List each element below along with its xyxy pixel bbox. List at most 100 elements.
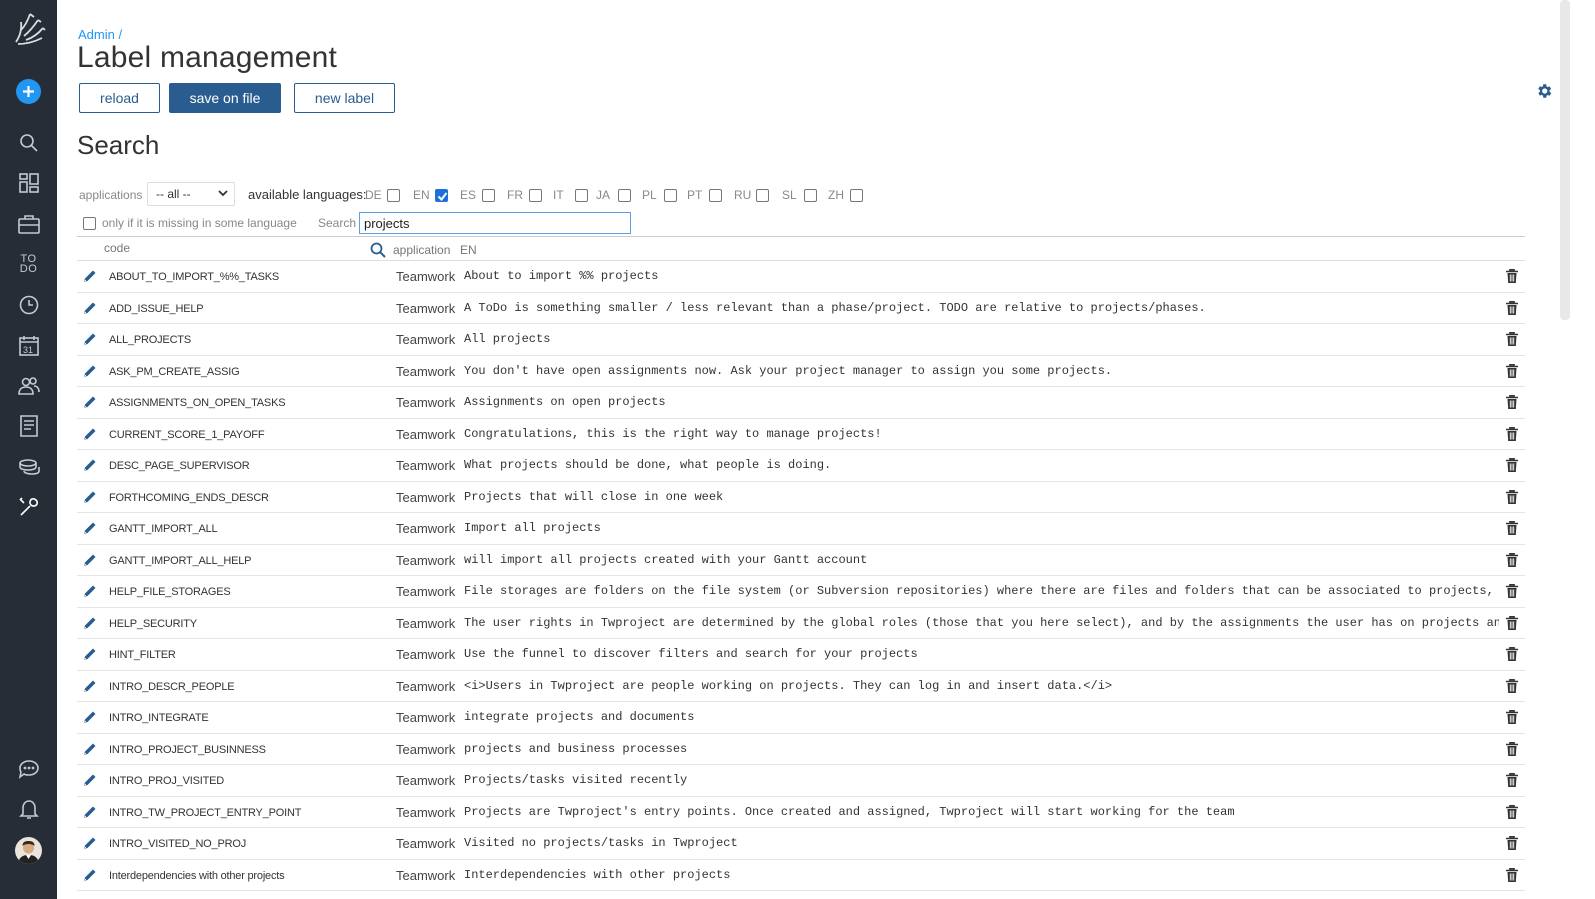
language-checkbox-sl[interactable] [804, 189, 817, 202]
pencil-icon[interactable] [82, 426, 98, 442]
language-checkbox-pt[interactable] [709, 189, 722, 202]
language-checkbox-ja[interactable] [618, 189, 631, 202]
chat-icon[interactable] [0, 752, 57, 786]
trash-icon[interactable] [1504, 583, 1520, 599]
trash-icon[interactable] [1504, 772, 1520, 788]
pencil-icon[interactable] [82, 615, 98, 631]
logo-icon[interactable] [0, 6, 57, 52]
missing-language-checkbox[interactable] [83, 217, 96, 230]
label-text[interactable]: Interdependencies with other projects [464, 866, 1499, 884]
column-header-application[interactable]: application [393, 243, 450, 257]
pencil-icon[interactable] [82, 646, 98, 662]
label-text[interactable]: Use the funnel to discover filters and s… [464, 645, 1499, 663]
label-text[interactable]: About to import %% projects [464, 267, 1499, 285]
language-checkbox-ru[interactable] [756, 189, 769, 202]
search-input[interactable]: projects [359, 212, 631, 234]
label-text[interactable]: All projects [464, 330, 1499, 348]
trash-icon[interactable] [1504, 867, 1520, 883]
trash-icon[interactable] [1504, 741, 1520, 757]
label-text[interactable]: Import all projects [464, 519, 1499, 537]
trash-icon[interactable] [1504, 457, 1520, 473]
pencil-icon[interactable] [82, 394, 98, 410]
new-label-button[interactable]: new label [294, 83, 395, 113]
label-text[interactable]: Visited no projects/tasks in Twproject [464, 834, 1499, 852]
pencil-icon[interactable] [82, 678, 98, 694]
label-text[interactable]: integrate projects and documents [464, 708, 1499, 726]
applications-select[interactable]: -- all -- [147, 182, 235, 206]
label-text[interactable]: will import all projects created with yo… [464, 551, 1499, 569]
pencil-icon[interactable] [82, 772, 98, 788]
label-text[interactable]: Projects are Twproject's entry points. O… [464, 803, 1499, 821]
language-checkbox-en[interactable] [435, 189, 448, 202]
pencil-icon[interactable] [82, 300, 98, 316]
briefcase-icon[interactable] [0, 207, 57, 241]
trash-icon[interactable] [1504, 520, 1520, 536]
label-text[interactable]: projects and business processes [464, 740, 1499, 758]
column-header-code[interactable]: code [104, 241, 130, 255]
tools-icon[interactable] [0, 490, 57, 524]
pencil-icon[interactable] [82, 709, 98, 725]
clock-icon[interactable] [0, 288, 57, 322]
gear-icon[interactable] [1535, 82, 1553, 100]
reload-button[interactable]: reload [79, 83, 160, 113]
scrollbar[interactable] [1560, 0, 1570, 320]
pencil-icon[interactable] [82, 268, 98, 284]
label-text[interactable]: <i>Users in Twproject are people working… [464, 677, 1499, 695]
label-text[interactable]: File storages are folders on the file sy… [464, 582, 1499, 600]
calendar-icon[interactable]: 31 [0, 329, 57, 363]
label-text[interactable]: What projects should be done, what peopl… [464, 456, 1499, 474]
label-text[interactable]: The user rights in Twproject are determi… [464, 614, 1499, 632]
trash-icon[interactable] [1504, 363, 1520, 379]
label-text[interactable]: Projects/tasks visited recently [464, 771, 1499, 789]
trash-icon[interactable] [1504, 678, 1520, 694]
breadcrumb[interactable]: Admin / [78, 27, 122, 42]
pencil-icon[interactable] [82, 520, 98, 536]
pencil-icon[interactable] [82, 867, 98, 883]
pencil-icon[interactable] [82, 489, 98, 505]
pencil-icon[interactable] [82, 583, 98, 599]
trash-icon[interactable] [1504, 268, 1520, 284]
avatar[interactable] [0, 833, 57, 867]
column-header-language[interactable]: EN [460, 243, 477, 257]
language-checkbox-zh[interactable] [850, 189, 863, 202]
trash-icon[interactable] [1504, 426, 1520, 442]
trash-icon[interactable] [1504, 489, 1520, 505]
label-text[interactable]: Congratulations, this is the right way t… [464, 425, 1499, 443]
language-checkbox-de[interactable] [387, 189, 400, 202]
trash-icon[interactable] [1504, 331, 1520, 347]
pencil-icon[interactable] [82, 331, 98, 347]
search-icon[interactable] [0, 126, 57, 160]
pencil-icon[interactable] [82, 804, 98, 820]
label-text[interactable]: Projects that will close in one week [464, 488, 1499, 506]
trash-icon[interactable] [1504, 709, 1520, 725]
todo-icon[interactable]: TO DO [0, 247, 57, 281]
label-text[interactable]: Assignments on open projects [464, 393, 1499, 411]
trash-icon[interactable] [1504, 615, 1520, 631]
add-button[interactable] [0, 74, 57, 108]
label-application: Teamwork [396, 458, 456, 473]
pencil-icon[interactable] [82, 835, 98, 851]
language-checkbox-fr[interactable] [529, 189, 542, 202]
trash-icon[interactable] [1504, 552, 1520, 568]
language-checkbox-it[interactable] [575, 189, 588, 202]
trash-icon[interactable] [1504, 835, 1520, 851]
people-icon[interactable] [0, 369, 57, 403]
bell-icon[interactable] [0, 792, 57, 826]
trash-icon[interactable] [1504, 394, 1520, 410]
search-icon[interactable] [370, 242, 386, 258]
pencil-icon[interactable] [82, 552, 98, 568]
language-checkbox-pl[interactable] [664, 189, 677, 202]
dashboard-icon[interactable] [0, 166, 57, 200]
label-text[interactable]: You don't have open assignments now. Ask… [464, 362, 1499, 380]
trash-icon[interactable] [1504, 646, 1520, 662]
pencil-icon[interactable] [82, 363, 98, 379]
label-text[interactable]: A ToDo is something smaller / less relev… [464, 299, 1499, 317]
document-icon[interactable] [0, 409, 57, 443]
trash-icon[interactable] [1504, 300, 1520, 316]
coins-icon[interactable] [0, 450, 57, 484]
trash-icon[interactable] [1504, 804, 1520, 820]
save-on-file-button[interactable]: save on file [169, 83, 281, 113]
language-checkbox-es[interactable] [482, 189, 495, 202]
pencil-icon[interactable] [82, 457, 98, 473]
pencil-icon[interactable] [82, 741, 98, 757]
